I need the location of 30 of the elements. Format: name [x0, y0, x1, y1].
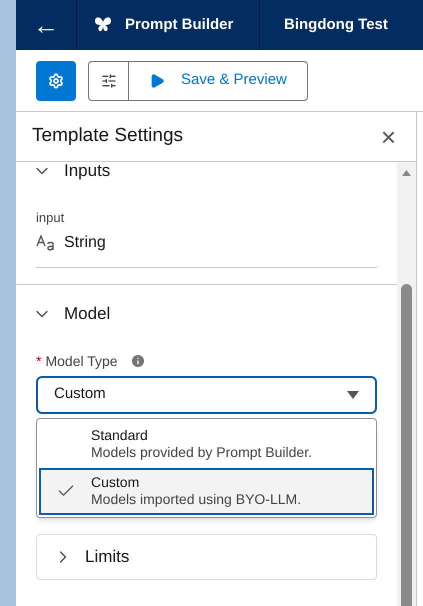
option-label: Standard — [91, 427, 149, 444]
dropdown-caret-icon — [347, 390, 359, 398]
close-button[interactable]: × — [376, 124, 400, 150]
scroll-up-icon — [402, 170, 411, 176]
required-mark: * — [36, 352, 42, 370]
model-type-select[interactable]: Custom — [36, 376, 377, 414]
option-description: Models provided by Prompt Builder. — [91, 444, 312, 461]
sliders-icon — [100, 72, 116, 88]
info-icon — [130, 353, 146, 369]
butterfly-icon — [93, 16, 113, 34]
settings-icon — [48, 72, 64, 88]
inputs-section-header[interactable]: Inputs — [16, 158, 126, 184]
input-label: input — [36, 208, 66, 227]
panel-title: Template Settings — [32, 124, 184, 148]
dropdown-option[interactable]: Custom Models imported using BYO-LLM. — [39, 468, 374, 514]
play-icon — [149, 72, 165, 88]
field-label: Model Type — [45, 352, 118, 371]
settings-button[interactable] — [36, 60, 76, 100]
text-type-icon — [36, 235, 56, 251]
option-label: Custom — [91, 474, 140, 491]
app-name: Prompt Builder — [125, 14, 234, 35]
model-section-header[interactable]: Model — [32, 301, 110, 326]
input-type: String — [64, 233, 106, 253]
nav-tab[interactable]: Bingdong Test — [260, 0, 423, 50]
back-button[interactable]: ← — [16, 0, 77, 50]
scrollbar-thumb[interactable] — [401, 284, 412, 606]
dropdown-option[interactable]: Standard Models provided by Prompt Builder. — [39, 420, 374, 468]
option-description: Models imported using BYO-LLM. — [91, 491, 302, 508]
scrollbar[interactable] — [397, 162, 416, 606]
limits-section-header[interactable]: Limits — [36, 534, 377, 580]
